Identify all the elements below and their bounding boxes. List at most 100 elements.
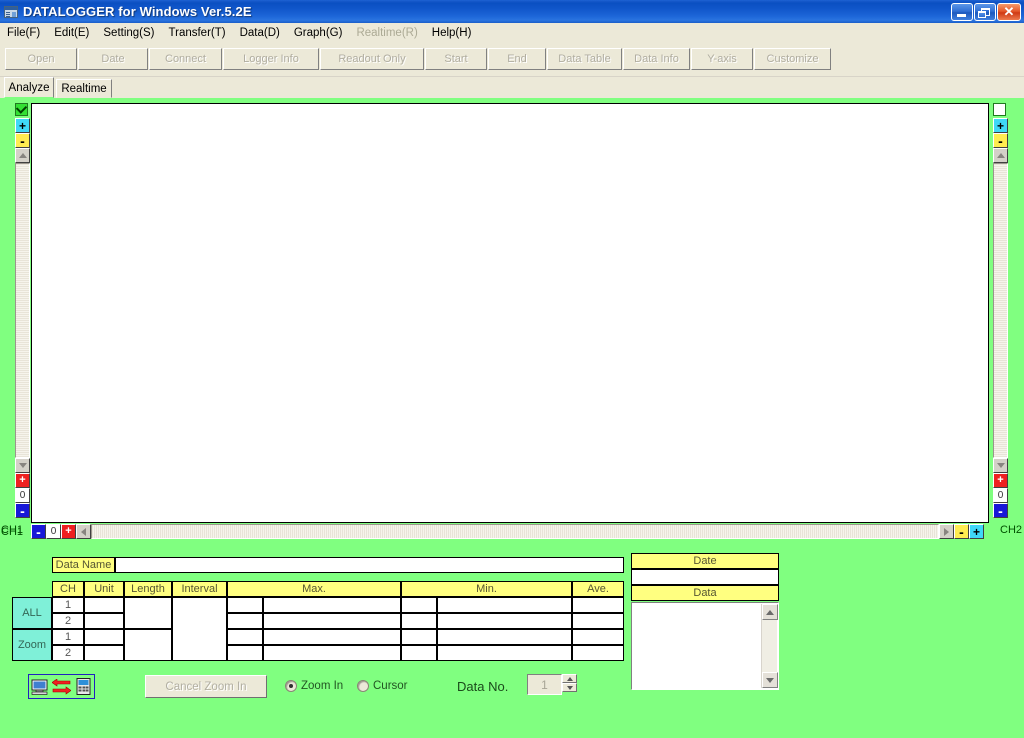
data-list-box[interactable]: [631, 602, 779, 690]
info-panel: Data Name CH Unit Length Interval Max. M…: [0, 540, 1024, 738]
row-group-zoom: Zoom: [12, 629, 52, 661]
data-no-spinner[interactable]: [562, 674, 577, 692]
toolbar-button-start[interactable]: Start: [425, 48, 487, 70]
ch1-vertical-track[interactable]: [15, 163, 30, 458]
transfer-arrows-icon[interactable]: [51, 678, 73, 695]
column-header-ave: Ave.: [572, 581, 624, 597]
plus-icon: +: [997, 474, 1004, 486]
toolbar-button-connect[interactable]: Connect: [149, 48, 222, 70]
plus-icon: +: [65, 525, 72, 537]
time-scroll-left-button[interactable]: [76, 524, 91, 539]
scroll-up-arrow-icon[interactable]: [762, 604, 778, 620]
menu-item-edite[interactable]: Edit(E): [47, 24, 96, 42]
toolbar-button-customize[interactable]: Customize: [754, 48, 831, 70]
mode-radio-cursor[interactable]: Cursor: [357, 680, 408, 692]
application-window: DATALOGGER for Windows Ver.5.2E ✕ File(F…: [0, 0, 1024, 738]
ch1-scroll-up-button[interactable]: [15, 148, 30, 163]
toolbar-button-data-table[interactable]: Data Table: [547, 48, 622, 70]
ch2-vertical-track[interactable]: [993, 163, 1008, 458]
ch2-offset-up-button[interactable]: +: [993, 473, 1008, 488]
menu-item-realtimer: Realtime(R): [356, 27, 418, 39]
spinner-down-button[interactable]: [562, 683, 577, 692]
table-cell-length: [124, 629, 172, 661]
computer-icon[interactable]: [29, 679, 51, 695]
ch2-scroll-down-button[interactable]: [993, 458, 1008, 473]
column-header-length: Length: [124, 581, 172, 597]
check-icon: [15, 102, 28, 114]
plus-icon: +: [19, 474, 26, 486]
ch2-zoom-out-button[interactable]: -: [993, 133, 1008, 148]
radio-selected-icon: [285, 680, 297, 692]
table-cell-ave: [572, 597, 624, 613]
ch2-enable-checkbox[interactable]: [993, 103, 1006, 116]
menu-item-settings[interactable]: Setting(S): [96, 24, 161, 42]
table-cell-unit: [84, 597, 124, 613]
ch2-offset-down-button[interactable]: -: [993, 503, 1008, 518]
menu-item-transfert[interactable]: Transfer(T): [162, 24, 233, 42]
date-value[interactable]: [631, 569, 779, 585]
menu-item-graphg[interactable]: Graph(G): [287, 24, 350, 42]
logger-device-icon[interactable]: [72, 678, 94, 695]
ch1-enable-checkbox[interactable]: [15, 102, 28, 116]
restore-button[interactable]: [974, 2, 996, 21]
toolbar-button-date[interactable]: Date: [78, 48, 148, 70]
menu-item-helph[interactable]: Help(H): [425, 24, 479, 42]
tab-realtime[interactable]: Realtime: [56, 79, 112, 98]
ch1-zoom-out-button[interactable]: -: [15, 133, 30, 148]
cancel-zoom-in-button[interactable]: Cancel Zoom In: [145, 675, 267, 698]
plot-area[interactable]: [31, 103, 989, 523]
table-cell-unit: [84, 645, 124, 661]
toolbar-button-open[interactable]: Open: [5, 48, 77, 70]
ch1-offset-down-button[interactable]: -: [15, 503, 30, 518]
menu-item-filef[interactable]: File(F): [0, 24, 47, 42]
table-cell-min_a: [401, 629, 437, 645]
ch2-scroll-up-button[interactable]: [993, 148, 1008, 163]
time-horizontal-track[interactable]: [91, 524, 939, 539]
menu-bar: File(F) Edit(E) Setting(S) Transfer(T) Data(…: [0, 23, 1024, 43]
transfer-mode-icons[interactable]: [28, 674, 95, 699]
time-scroll-right-button[interactable]: [939, 524, 954, 539]
time-zoom-out-button[interactable]: -: [31, 524, 46, 539]
tab-strip: Analyze Realtime: [0, 77, 1024, 98]
date-label: Date: [631, 553, 779, 569]
data-name-label: Data Name: [52, 557, 115, 573]
menu-item-datad[interactable]: Data(D): [233, 24, 287, 42]
toolbar-button-data-info[interactable]: Data Info: [623, 48, 690, 70]
mode-radio-zoom-in[interactable]: Zoom In: [285, 680, 343, 692]
data-no-input[interactable]: 1: [527, 674, 562, 695]
ch1-scroll-down-button[interactable]: [15, 458, 30, 473]
time-zoom-in-button[interactable]: +: [61, 524, 76, 539]
minus-icon: -: [20, 502, 25, 519]
data-no-label: Data No.: [457, 679, 509, 694]
ch1-zoom-in-button[interactable]: +: [15, 118, 30, 133]
close-button[interactable]: ✕: [997, 2, 1021, 21]
table-row-ch-cell: 2: [52, 645, 84, 661]
arrow-down-icon: [18, 463, 27, 468]
ch1-offset-value[interactable]: 0: [15, 488, 30, 503]
toolbar-button-end[interactable]: End: [488, 48, 546, 70]
table-cell-unit: [84, 629, 124, 645]
table-cell-max_b: [263, 629, 401, 645]
arrow-down-icon: [566, 685, 573, 690]
minus-icon: -: [36, 523, 41, 540]
toolbar-button-y-axis[interactable]: Y-axis: [691, 48, 753, 70]
time-right-plus-button[interactable]: +: [969, 524, 984, 539]
data-list-scrollbar[interactable]: [761, 604, 778, 688]
tab-analyze[interactable]: Analyze: [4, 77, 54, 98]
toolbar-button-readout-only[interactable]: Readout Only: [320, 48, 424, 70]
table-cell-max_b: [263, 613, 401, 629]
toolbar-button-logger-info[interactable]: Logger Info: [223, 48, 319, 70]
time-offset-value[interactable]: 0: [46, 524, 61, 539]
time-right-minus-button[interactable]: -: [954, 524, 969, 539]
data-name-field[interactable]: [115, 557, 624, 573]
table-cell-min_a: [401, 613, 437, 629]
ch2-zoom-in-button[interactable]: +: [993, 118, 1008, 133]
ch1-offset-up-button[interactable]: +: [15, 473, 30, 488]
spinner-up-button[interactable]: [562, 674, 577, 683]
scroll-down-arrow-icon[interactable]: [762, 672, 778, 688]
data-label: Data: [631, 585, 779, 601]
ch2-axis-label: CH2: [1000, 524, 1023, 536]
minimize-button[interactable]: [951, 2, 973, 21]
column-header-max: Max.: [227, 581, 401, 597]
ch2-offset-value[interactable]: 0: [993, 488, 1008, 503]
